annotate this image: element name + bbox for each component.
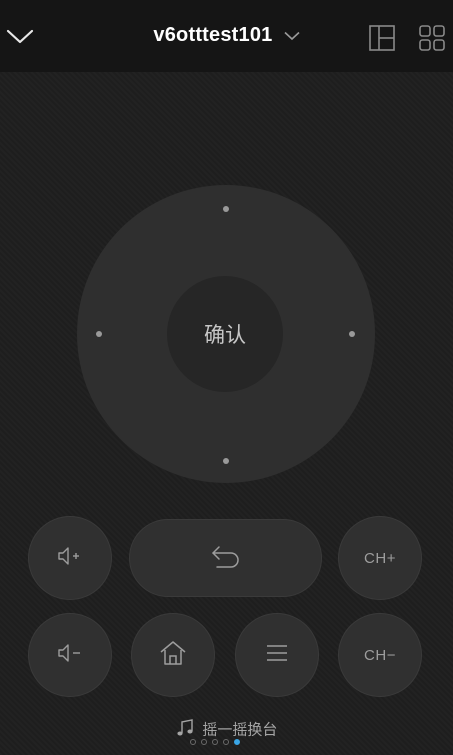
- page-dot[interactable]: [201, 739, 207, 745]
- dpad-down-button[interactable]: [196, 431, 256, 491]
- chevron-down-icon[interactable]: [284, 26, 300, 45]
- up-dot-icon: [223, 206, 229, 212]
- dpad-right-button[interactable]: [322, 304, 382, 364]
- channel-up-button[interactable]: CH+: [338, 516, 422, 600]
- volume-down-icon: [56, 641, 84, 669]
- down-dot-icon: [223, 458, 229, 464]
- shake-label: 摇一摇换台: [202, 720, 278, 739]
- volume-up-button[interactable]: [28, 516, 112, 600]
- volume-up-icon: [56, 544, 84, 572]
- menu-icon: [265, 643, 289, 667]
- device-name[interactable]: v6otttest101: [153, 24, 272, 46]
- dpad: 确认: [77, 185, 375, 483]
- ok-label: 确认: [204, 323, 246, 347]
- menu-button[interactable]: [235, 613, 319, 697]
- back-button[interactable]: [129, 519, 322, 597]
- page-dot[interactable]: [212, 739, 218, 745]
- grid-icon[interactable]: [418, 24, 446, 52]
- dpad-up-button[interactable]: [196, 179, 256, 239]
- home-button[interactable]: [131, 613, 215, 697]
- right-dot-icon: [349, 331, 355, 337]
- page-dot-active[interactable]: [234, 739, 240, 745]
- channel-down-label: CH−: [364, 646, 396, 664]
- layout-icon[interactable]: [368, 24, 396, 52]
- back-icon: [209, 542, 243, 574]
- page-dot[interactable]: [190, 739, 196, 745]
- dpad-left-button[interactable]: [69, 304, 129, 364]
- page-indicator: [190, 739, 240, 747]
- channel-down-button[interactable]: CH−: [338, 613, 422, 697]
- ok-button[interactable]: 确认: [167, 276, 283, 392]
- top-bar: v6otttest101: [0, 0, 453, 72]
- channel-up-label: CH+: [364, 549, 396, 567]
- home-icon: [159, 640, 187, 670]
- left-dot-icon: [96, 331, 102, 337]
- page-dot[interactable]: [223, 739, 229, 745]
- volume-down-button[interactable]: [28, 613, 112, 697]
